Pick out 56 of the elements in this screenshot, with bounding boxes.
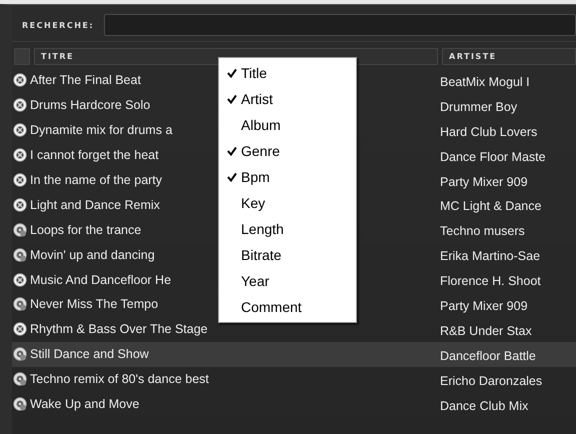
disc-icon	[13, 198, 27, 212]
table-cell: Light and Dance Remix	[30, 198, 160, 212]
menu-item[interactable]: Album	[219, 112, 356, 138]
selected-row-highlight[interactable]: Still Dance and Show Dancefloor Battle	[12, 342, 576, 367]
column-header[interactable]: ARTISTE	[442, 48, 576, 65]
disc-icon	[13, 98, 27, 112]
menu-item[interactable]: Artist	[219, 86, 356, 112]
table-cell: Drums Hardcore Solo	[30, 98, 150, 112]
table-cell: Dancefloor Battle	[440, 348, 536, 363]
disc-globe-icon	[13, 248, 27, 262]
disc-icon	[13, 272, 27, 287]
table-cell: After The Final Beat	[30, 73, 141, 88]
disc-icon	[13, 73, 27, 88]
menu-item[interactable]: Comment	[219, 294, 356, 320]
table-cell: Party Mixer 909	[440, 174, 528, 188]
menu-item[interactable]: Key	[219, 190, 356, 216]
menu-item[interactable]: Bitrate	[219, 242, 356, 268]
search-label: RECHERCHE:	[22, 20, 94, 30]
table-cell: Hard Club Lovers	[440, 124, 538, 139]
disc-globe-icon	[13, 397, 27, 412]
table-cell: Erika Martino-Sae	[440, 249, 540, 264]
table-cell: Techno musers	[440, 224, 525, 238]
table-cell: Florence H. Shoot	[440, 274, 541, 288]
menu-item[interactable]: Bpm	[219, 164, 356, 190]
table-cell: I cannot forget the heat	[30, 148, 159, 162]
disc-globe-icon	[13, 347, 27, 362]
table-cell: Dance Floor Maste	[440, 150, 546, 164]
table-cell: MC Light & Dance	[440, 199, 542, 214]
table-cell: Music And Dancefloor He	[30, 272, 172, 287]
disc-icon	[13, 173, 27, 187]
disc-globe-icon	[13, 297, 27, 312]
table-cell: Still Dance and Show	[30, 347, 149, 362]
table-cell: Party Mixer 909	[440, 298, 528, 313]
menu-item[interactable]: Length	[219, 216, 356, 242]
search-field[interactable]	[104, 14, 576, 36]
table-cell: Drummer Boy	[440, 100, 518, 114]
table-cell: Movin' up and dancing	[30, 248, 155, 262]
table-cell: Techno remix of 80's dance best	[30, 372, 209, 386]
table-cell: Dynamite mix for drums a	[30, 123, 172, 138]
table-cell: Dance Club Mix	[440, 398, 528, 413]
disc-globe-icon	[13, 372, 27, 386]
header-cell	[14, 48, 30, 65]
table-cell: Rhythm & Bass Over The Stage	[30, 322, 208, 336]
disc-icon	[13, 322, 27, 336]
menu-item[interactable]: Genre	[219, 138, 356, 164]
table-cell: Wake Up and Move	[30, 397, 140, 412]
disc-globe-icon	[13, 222, 27, 237]
table-cell: In the name of the party	[30, 173, 162, 187]
table-cell: BeatMix Mogul I	[440, 74, 530, 89]
table-cell: Never Miss The Tempo	[30, 297, 158, 312]
table-cell: Loops for the trance	[30, 222, 142, 237]
table-cell: R&B Under Stax	[440, 324, 532, 338]
table-cell: Ericho Daronzales	[440, 374, 542, 388]
menu-item[interactable]: Year	[219, 268, 356, 294]
disc-icon	[13, 123, 27, 138]
disc-icon	[13, 148, 27, 162]
